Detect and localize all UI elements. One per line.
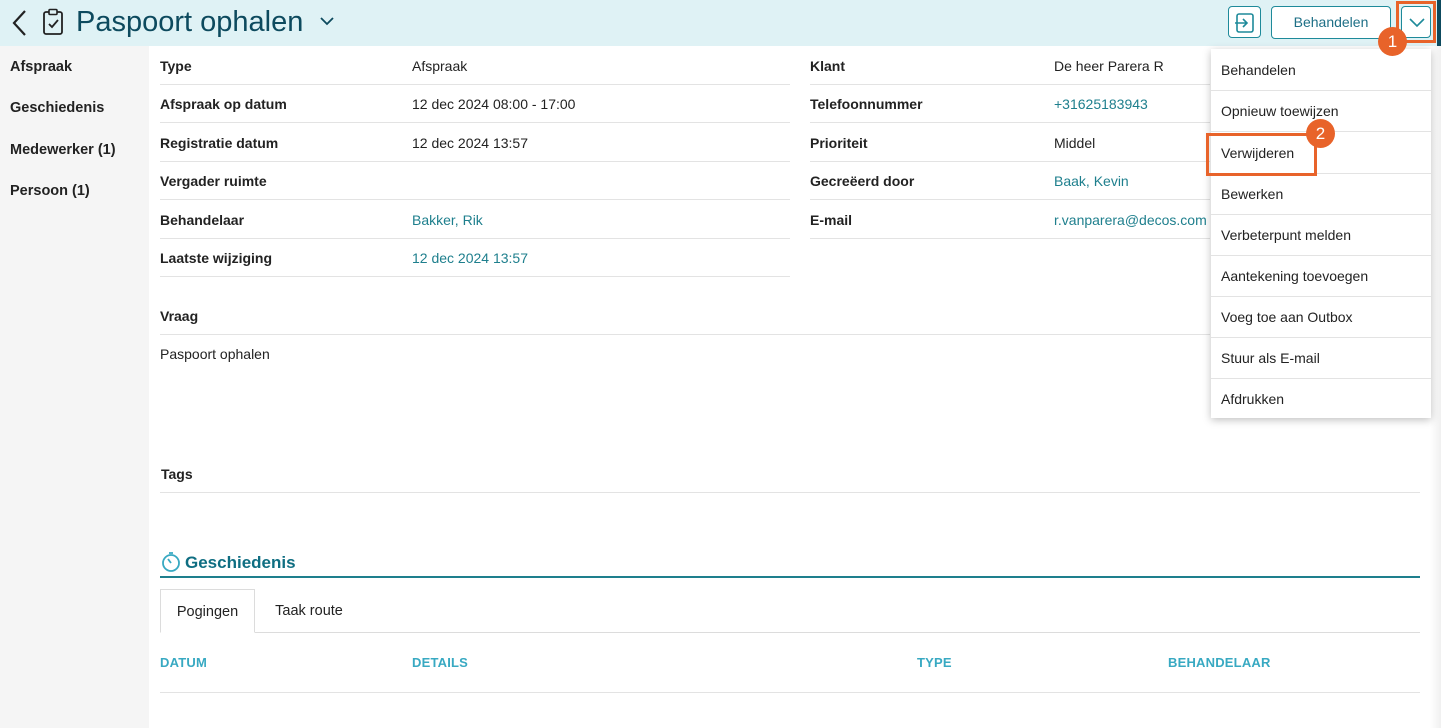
column-header-details[interactable]: DETAILS: [412, 655, 468, 670]
tags-label: Tags: [161, 466, 193, 482]
detail-row-laatste-wijziging: Laatste wijziging 12 dec 2024 13:57: [160, 238, 790, 277]
detail-label: Gecreëerd door: [810, 173, 915, 189]
menu-item-afdrukken[interactable]: Afdrukken: [1211, 379, 1431, 420]
tab-pogingen[interactable]: Pogingen: [160, 589, 255, 633]
detail-label: Laatste wijziging: [160, 250, 273, 266]
highlight-verwijderen: [1206, 133, 1317, 176]
detail-row-vergader: Vergader ruimte: [160, 161, 790, 200]
detail-row-registratie: Registratie datum 12 dec 2024 13:57: [160, 123, 790, 162]
menu-item-aantekening-toevoegen[interactable]: Aantekening toevoegen: [1211, 256, 1431, 297]
detail-label: Klant: [810, 58, 845, 74]
menu-item-bewerken[interactable]: Bewerken: [1211, 174, 1431, 215]
sidebar-item-afspraak[interactable]: Afspraak: [10, 59, 72, 75]
vraag-label: Vraag: [160, 308, 199, 324]
sidebar-item-persoon[interactable]: Persoon (1): [10, 183, 90, 199]
laatste-wijziging-link[interactable]: 12 dec 2024 13:57: [412, 250, 528, 266]
exit-button[interactable]: [1228, 6, 1261, 38]
detail-label: E-mail: [810, 212, 853, 228]
menu-item-verbeterpunt-melden[interactable]: Verbeterpunt melden: [1211, 215, 1431, 256]
detail-row-afspraak-datum: Afspraak op datum 12 dec 2024 08:00 - 17…: [160, 84, 790, 123]
detail-value: Middel: [1054, 135, 1096, 151]
detail-row-type: Type Afspraak: [160, 46, 790, 85]
page-title: Paspoort ophalen: [76, 6, 304, 38]
detail-label: Type: [160, 58, 192, 74]
exit-icon: [1235, 13, 1254, 33]
detail-label: Vergader ruimte: [160, 173, 267, 189]
detail-value: De heer Parera R: [1054, 58, 1164, 74]
behandelen-button[interactable]: Behandelen: [1271, 6, 1391, 39]
actions-dropdown-menu: Behandelen Opnieuw toewijzen Verwijderen…: [1211, 49, 1431, 418]
divider: [160, 492, 1420, 493]
detail-value: 12 dec 2024 08:00 - 17:00: [412, 96, 576, 112]
detail-row-prioriteit: Prioriteit Middel: [810, 123, 1210, 162]
detail-row-telefoon: Telefoonnummer +31625183943: [810, 84, 1210, 123]
detail-label: Telefoonnummer: [810, 96, 923, 112]
column-header-behandelaar[interactable]: BEHANDELAAR: [1168, 655, 1271, 670]
scroll-edge: [1430, 46, 1441, 728]
step-badge-1: 1: [1378, 27, 1407, 56]
detail-label: Registratie datum: [160, 135, 279, 151]
detail-row-klant: Klant De heer Parera R: [810, 46, 1210, 85]
clipboard-check-icon: [42, 8, 64, 36]
chevron-down-icon[interactable]: [318, 14, 336, 28]
geschiedenis-title: Geschiedenis: [185, 553, 296, 572]
sidebar: Afspraak Geschiedenis Medewerker (1) Per…: [0, 46, 149, 728]
detail-label: Afspraak op datum: [160, 96, 287, 112]
detail-label: Prioriteit: [810, 135, 868, 151]
menu-item-behandelen[interactable]: Behandelen: [1211, 50, 1431, 91]
detail-label: Behandelaar: [160, 212, 245, 228]
menu-item-stuur-als-email[interactable]: Stuur als E-mail: [1211, 338, 1431, 379]
column-header-datum[interactable]: DATUM: [160, 655, 207, 670]
stopwatch-icon: [161, 551, 181, 573]
detail-row-gecreeerd: Gecreëerd door Baak, Kevin: [810, 161, 1210, 200]
behandelaar-link[interactable]: Bakker, Rik: [412, 212, 483, 228]
detail-value: Afspraak: [412, 58, 468, 74]
email-link[interactable]: r.vanparera@decos.com: [1054, 212, 1207, 228]
step-badge-2: 2: [1306, 119, 1335, 148]
column-header-type[interactable]: TYPE: [917, 655, 952, 670]
header-edge: [1437, 0, 1441, 46]
vraag-value: Paspoort ophalen: [160, 346, 270, 362]
detail-row-email: E-mail r.vanparera@decos.com: [810, 200, 1210, 239]
detail-value: 12 dec 2024 13:57: [412, 135, 528, 151]
back-arrow-icon[interactable]: [10, 8, 30, 38]
menu-item-voeg-toe-aan-outbox[interactable]: Voeg toe aan Outbox: [1211, 297, 1431, 338]
table-header-divider: [160, 692, 1420, 693]
sidebar-item-medewerker[interactable]: Medewerker (1): [10, 142, 116, 158]
gecreeerd-door-link[interactable]: Baak, Kevin: [1054, 173, 1129, 189]
app-header: Paspoort ophalen Behandelen: [0, 0, 1441, 46]
section-underline: [160, 576, 1420, 578]
tab-taak-route[interactable]: Taak route: [258, 589, 360, 633]
telefoon-link[interactable]: +31625183943: [1054, 96, 1148, 112]
divider: [160, 334, 1210, 335]
sidebar-item-geschiedenis[interactable]: Geschiedenis: [10, 100, 104, 116]
detail-row-behandelaar: Behandelaar Bakker, Rik: [160, 200, 790, 239]
